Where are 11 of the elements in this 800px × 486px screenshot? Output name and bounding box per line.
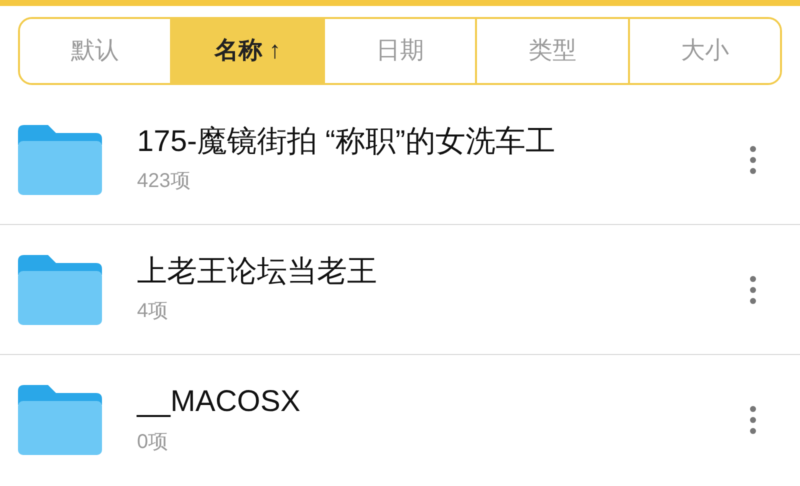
folder-icon (18, 254, 102, 324)
sort-tab[interactable]: 名称 ↑ (170, 19, 323, 83)
folder-icon (18, 385, 102, 455)
item-count: 423项 (137, 169, 192, 194)
sort-tab[interactable]: 大小 (628, 19, 780, 83)
folder-name: __MACOSX (137, 384, 302, 420)
folder-name: 上老王论坛当老王 (137, 254, 378, 290)
item-count: 4项 (137, 299, 170, 324)
folder-name: 175-魔镜街拍 “称职”的女洗车工 (137, 124, 556, 160)
item-count: 0项 (137, 430, 170, 455)
folder-icon (18, 124, 102, 194)
